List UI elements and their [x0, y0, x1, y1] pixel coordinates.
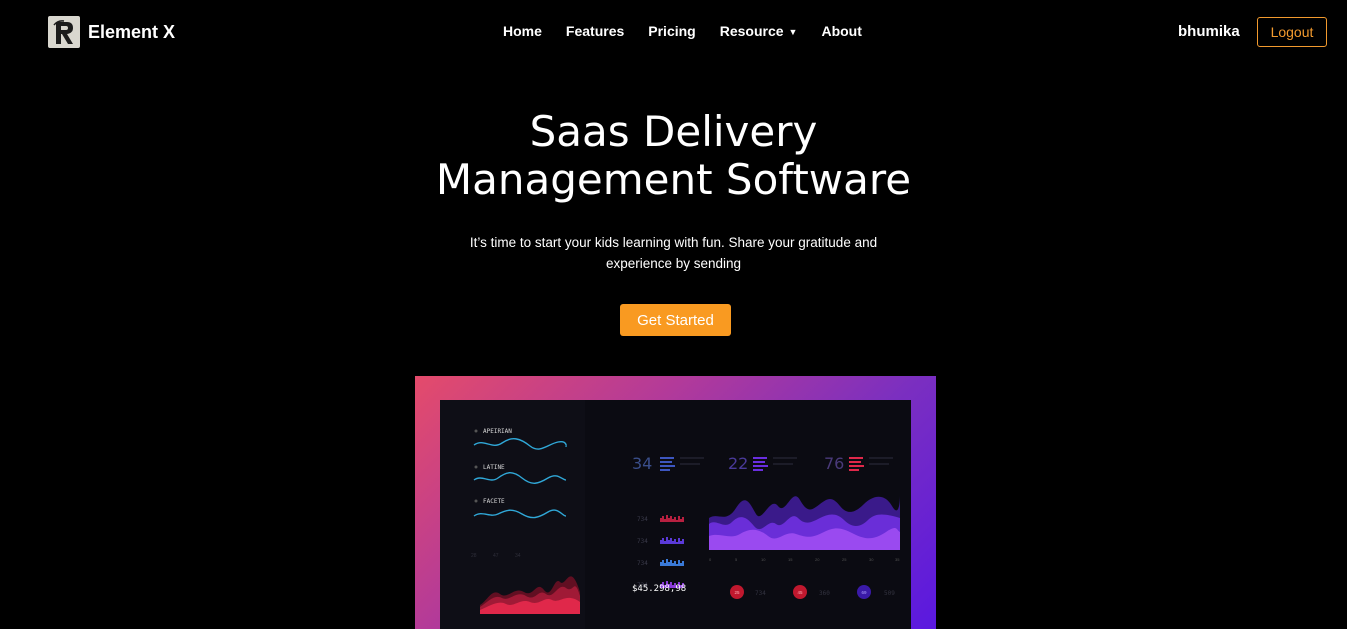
- get-started-button[interactable]: Get Started: [620, 304, 731, 336]
- stat-1: 34: [632, 454, 652, 473]
- brand-name: Element X: [88, 21, 176, 42]
- username: bhumika: [1178, 23, 1240, 40]
- nav-resource-label: Resource: [719, 23, 784, 39]
- axis-tick-35: 35: [895, 557, 900, 562]
- list-value-2: 734: [637, 538, 648, 545]
- dashboard-preview: APEIRIAN LATINE FACETE 28 47 34 34 22 76…: [415, 376, 936, 629]
- badge-2-value: 45: [797, 590, 803, 595]
- r-letter-logo-icon: [48, 16, 80, 48]
- main-menu: Home Features Pricing Resource ▼ About: [503, 23, 886, 39]
- logout-button[interactable]: Logout: [1257, 17, 1327, 47]
- label-facete: FACETE: [483, 498, 505, 505]
- list-value-1: 734: [637, 516, 648, 523]
- dashboard-illustration: APEIRIAN LATINE FACETE 28 47 34 34 22 76…: [440, 400, 911, 629]
- dashboard-screen: APEIRIAN LATINE FACETE 28 47 34 34 22 76…: [440, 400, 911, 629]
- caret-down-icon: ▼: [788, 27, 798, 37]
- hero-title-line1: Saas Delivery: [529, 107, 818, 156]
- nav-about[interactable]: About: [821, 23, 861, 39]
- hero-title: Saas Delivery Management Software: [0, 108, 1347, 204]
- top-nav: Element X Home Features Pricing Resource…: [0, 0, 1347, 64]
- axis-tick-20: 20: [815, 557, 820, 562]
- list-value-3: 734: [637, 560, 648, 567]
- badge-1-reading: 734: [755, 590, 766, 597]
- nav-resource[interactable]: Resource ▼: [720, 23, 798, 39]
- hero-subtitle: It’s time to start your kids learning wi…: [469, 235, 878, 271]
- axis-tick-10: 10: [761, 557, 766, 562]
- badge-3-value: 69: [861, 590, 867, 595]
- axis-tick-15: 15: [788, 557, 793, 562]
- badge-1-value: 25: [734, 590, 740, 595]
- nav-features[interactable]: Features: [566, 23, 624, 39]
- svg-text:47: 47: [493, 553, 499, 559]
- stat-3: 76: [824, 454, 844, 473]
- svg-text:34: 34: [515, 553, 521, 559]
- svg-text:28: 28: [471, 553, 477, 559]
- badge-3-reading: 509: [884, 590, 895, 597]
- axis-tick-30: 30: [869, 557, 874, 562]
- hero-title-line2: Management Software: [435, 155, 912, 204]
- brand[interactable]: Element X: [48, 16, 175, 48]
- total-amount: $45.298,98: [632, 584, 686, 594]
- label-latine: LATINE: [483, 464, 505, 471]
- axis-tick-25: 25: [842, 557, 847, 562]
- hero: Saas Delivery Management Software It’s t…: [0, 108, 1347, 274]
- nav-pricing[interactable]: Pricing: [648, 23, 695, 39]
- nav-home[interactable]: Home: [503, 23, 542, 39]
- badge-2-reading: 360: [819, 590, 830, 597]
- label-apeirian: APEIRIAN: [483, 428, 512, 435]
- stat-2: 22: [728, 454, 748, 473]
